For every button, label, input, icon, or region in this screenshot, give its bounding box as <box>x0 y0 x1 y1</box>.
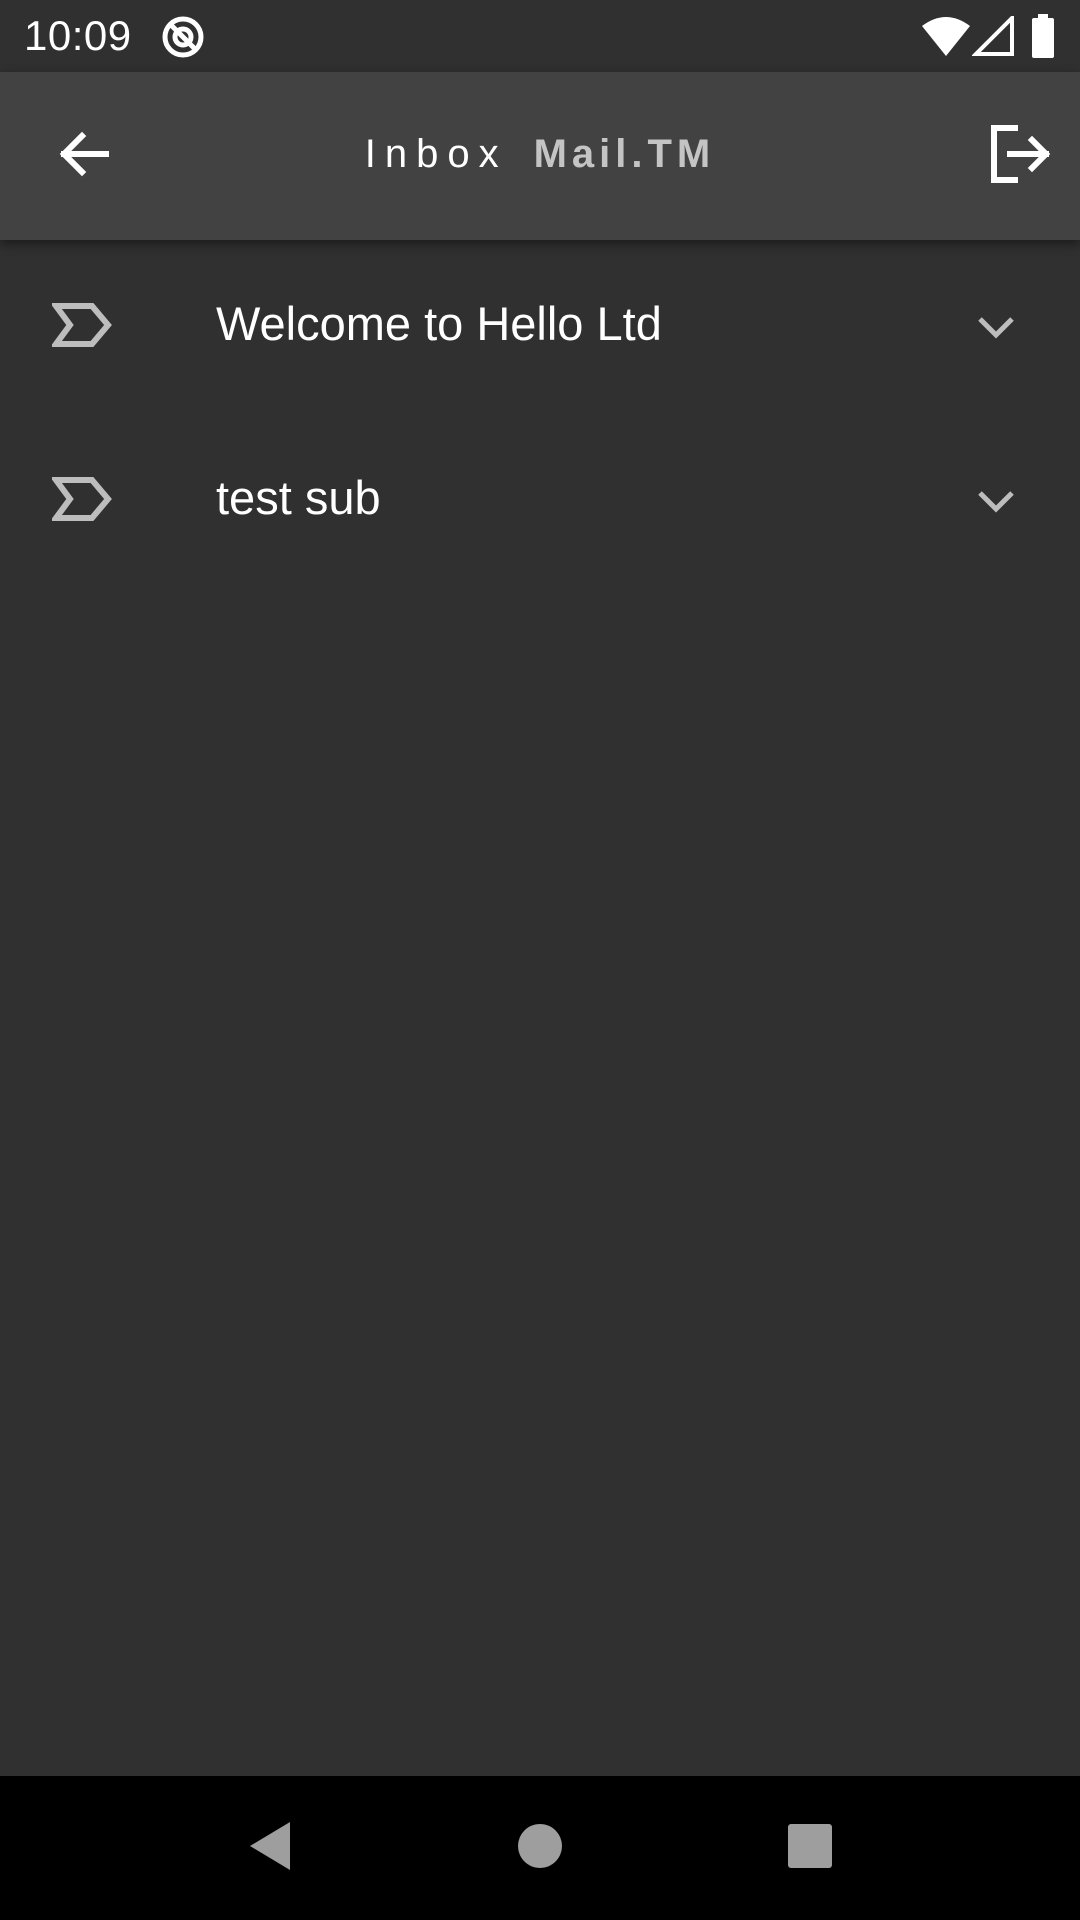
mail-list-item[interactable]: Welcome to Hello Ltd <box>0 240 1080 414</box>
chevron-down-icon[interactable] <box>968 300 1024 356</box>
nav-recents-icon <box>786 1822 834 1875</box>
mail-list: Welcome to Hello Ltd test sub <box>0 240 1080 588</box>
mail-list-item[interactable]: test sub <box>0 414 1080 588</box>
status-bar: 10:09 <box>0 0 1080 72</box>
nav-home-icon <box>516 1822 564 1875</box>
cellular-signal-icon <box>971 13 1014 56</box>
mail-subject: Welcome to Hello Ltd <box>216 297 662 350</box>
label-outline-icon <box>50 476 112 522</box>
mail-subject: test sub <box>216 471 381 524</box>
screen: 10:09 Inbox Mail.TM Welcome to Hello Ltd… <box>0 0 1080 1920</box>
nav-back-icon <box>246 1820 294 1877</box>
do-not-disturb-icon <box>160 14 206 60</box>
nav-home-button[interactable] <box>492 1800 588 1896</box>
app-title: Inbox Mail.TM <box>0 124 1080 184</box>
nav-back-button[interactable] <box>222 1800 318 1896</box>
battery-icon <box>1030 14 1056 58</box>
label-outline-icon <box>50 302 112 348</box>
app-bar: Inbox Mail.TM <box>0 72 1080 240</box>
brand-name: Mail.TM <box>533 132 716 176</box>
nav-recents-button[interactable] <box>762 1800 858 1896</box>
wifi-icon <box>922 16 970 56</box>
logout-icon <box>988 124 1052 189</box>
page-title: Inbox <box>364 132 508 176</box>
status-time: 10:09 <box>24 12 132 59</box>
system-nav-bar <box>0 1776 1080 1920</box>
chevron-down-icon[interactable] <box>968 474 1024 530</box>
logout-button[interactable] <box>972 108 1068 204</box>
